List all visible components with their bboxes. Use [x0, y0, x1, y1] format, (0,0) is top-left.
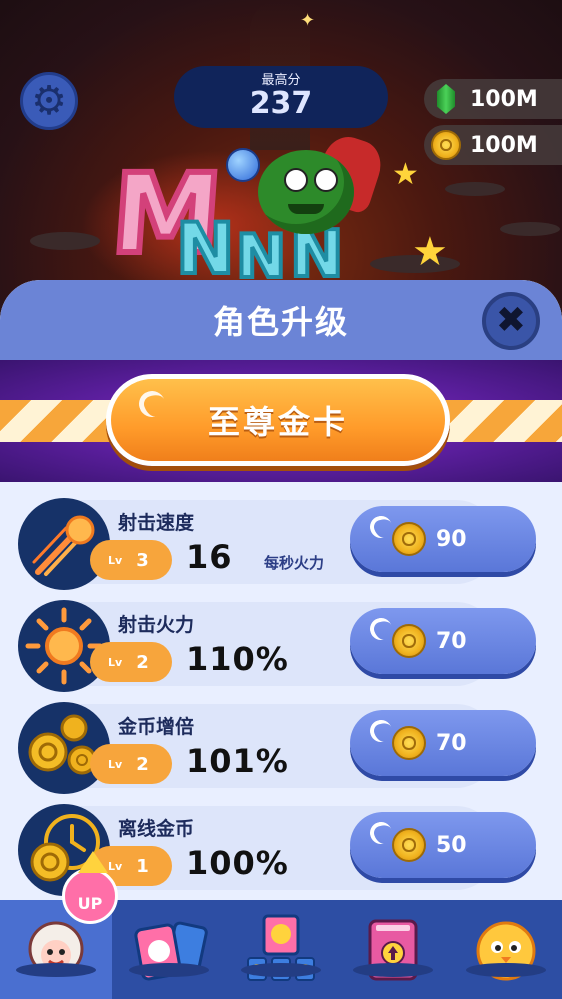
upgrade-name: 射击速度	[118, 512, 195, 534]
level-prefix: Lv	[108, 859, 123, 873]
gear-icon: ⚙	[31, 78, 67, 124]
star-icon: ★	[392, 157, 419, 192]
upgrade-buy-button[interactable]: 50	[350, 812, 536, 878]
upgrade-buy-button[interactable]: 70	[350, 710, 536, 776]
best-score-display: 最高分 237	[174, 66, 388, 128]
shine-decoration	[366, 716, 396, 746]
best-score-value: 237	[249, 86, 313, 121]
upgrade-buy-button[interactable]: 90	[350, 506, 536, 572]
nav-cards[interactable]	[112, 900, 224, 999]
upgrade-buy-button[interactable]: 70	[350, 608, 536, 674]
star-icon: ✦	[300, 10, 316, 31]
rock	[445, 182, 505, 196]
gold-card-button[interactable]: 至尊金卡	[106, 374, 450, 466]
panel-header: 角色升级 ✖	[0, 280, 562, 360]
upgrade-value: 100%	[186, 844, 289, 882]
close-button[interactable]: ✖	[482, 292, 540, 350]
star-icon: ★	[412, 229, 448, 275]
upgrade-price: 70	[436, 730, 467, 756]
nav-book[interactable]	[337, 900, 449, 999]
rock	[30, 232, 100, 250]
level-badge: Lv 2	[90, 744, 172, 784]
green-monster-character	[258, 150, 354, 234]
gold-card-banner: 至尊金卡	[0, 360, 562, 482]
upgrade-name: 离线金币	[118, 818, 195, 840]
shine-decoration	[366, 614, 396, 644]
pedestal	[16, 963, 97, 977]
stripe-decoration	[0, 400, 120, 442]
pedestal	[241, 963, 322, 977]
upgrade-unit: 每秒火力	[264, 554, 325, 572]
coin-icon	[392, 828, 426, 862]
coin-icon	[392, 522, 426, 556]
level-number: 3	[136, 549, 149, 571]
upgrade-name: 金币增倍	[118, 716, 195, 738]
level-badge: Lv 2	[90, 642, 172, 682]
upgrade-price: 70	[436, 628, 467, 654]
upgrade-value: 16	[186, 538, 233, 576]
coin-icon	[392, 624, 426, 658]
level-number: 2	[136, 753, 149, 775]
level-number: 1	[136, 855, 149, 877]
pedestal	[128, 963, 209, 977]
gold-card-label: 至尊金卡	[207, 403, 348, 441]
coin-counter: 100M	[424, 125, 562, 165]
level-prefix: Lv	[108, 553, 123, 567]
upgrade-row-firepower: 射击火力 Lv 2 110% 70	[18, 600, 536, 692]
coin-amount: 100M	[470, 132, 538, 158]
upgrade-row-shot-speed: 射击速度 Lv 3 16 每秒火力 90	[18, 498, 536, 590]
pedestal	[353, 963, 434, 977]
letter-n-decoration: N	[174, 206, 237, 292]
monster-eye	[284, 168, 308, 192]
shine-decoration	[366, 818, 396, 848]
upgrade-price: 50	[436, 832, 467, 858]
nav-skins[interactable]	[225, 900, 337, 999]
nav-chick[interactable]	[450, 900, 562, 999]
upgrade-value: 110%	[186, 640, 289, 678]
gem-icon	[430, 83, 462, 115]
monster-mouth	[288, 204, 324, 214]
upgrade-available-badge: UP	[62, 851, 118, 924]
crystal-ball	[226, 148, 260, 182]
close-icon: ✖	[495, 300, 527, 341]
monster-eye	[314, 168, 338, 192]
gem-amount: 100M	[470, 86, 538, 112]
level-badge: Lv 3	[90, 540, 172, 580]
upgrade-name: 射击火力	[118, 614, 195, 636]
pedestal	[465, 963, 546, 977]
upgrade-price: 90	[436, 526, 467, 552]
level-number: 2	[136, 651, 149, 673]
rock	[500, 222, 560, 236]
shine-decoration	[135, 387, 169, 421]
settings-button[interactable]: ⚙	[20, 72, 78, 130]
coin-icon	[392, 726, 426, 760]
panel-title: 角色升级	[212, 303, 349, 341]
coin-icon	[430, 129, 462, 161]
gem-counter: 100M	[424, 79, 562, 119]
level-prefix: Lv	[108, 655, 123, 669]
level-prefix: Lv	[108, 757, 123, 771]
stripe-decoration	[442, 400, 562, 442]
shine-decoration	[366, 512, 396, 542]
upgrade-value: 101%	[186, 742, 289, 780]
upgrade-row-coin-multiplier: 金币增倍 Lv 2 101% 70	[18, 702, 536, 794]
